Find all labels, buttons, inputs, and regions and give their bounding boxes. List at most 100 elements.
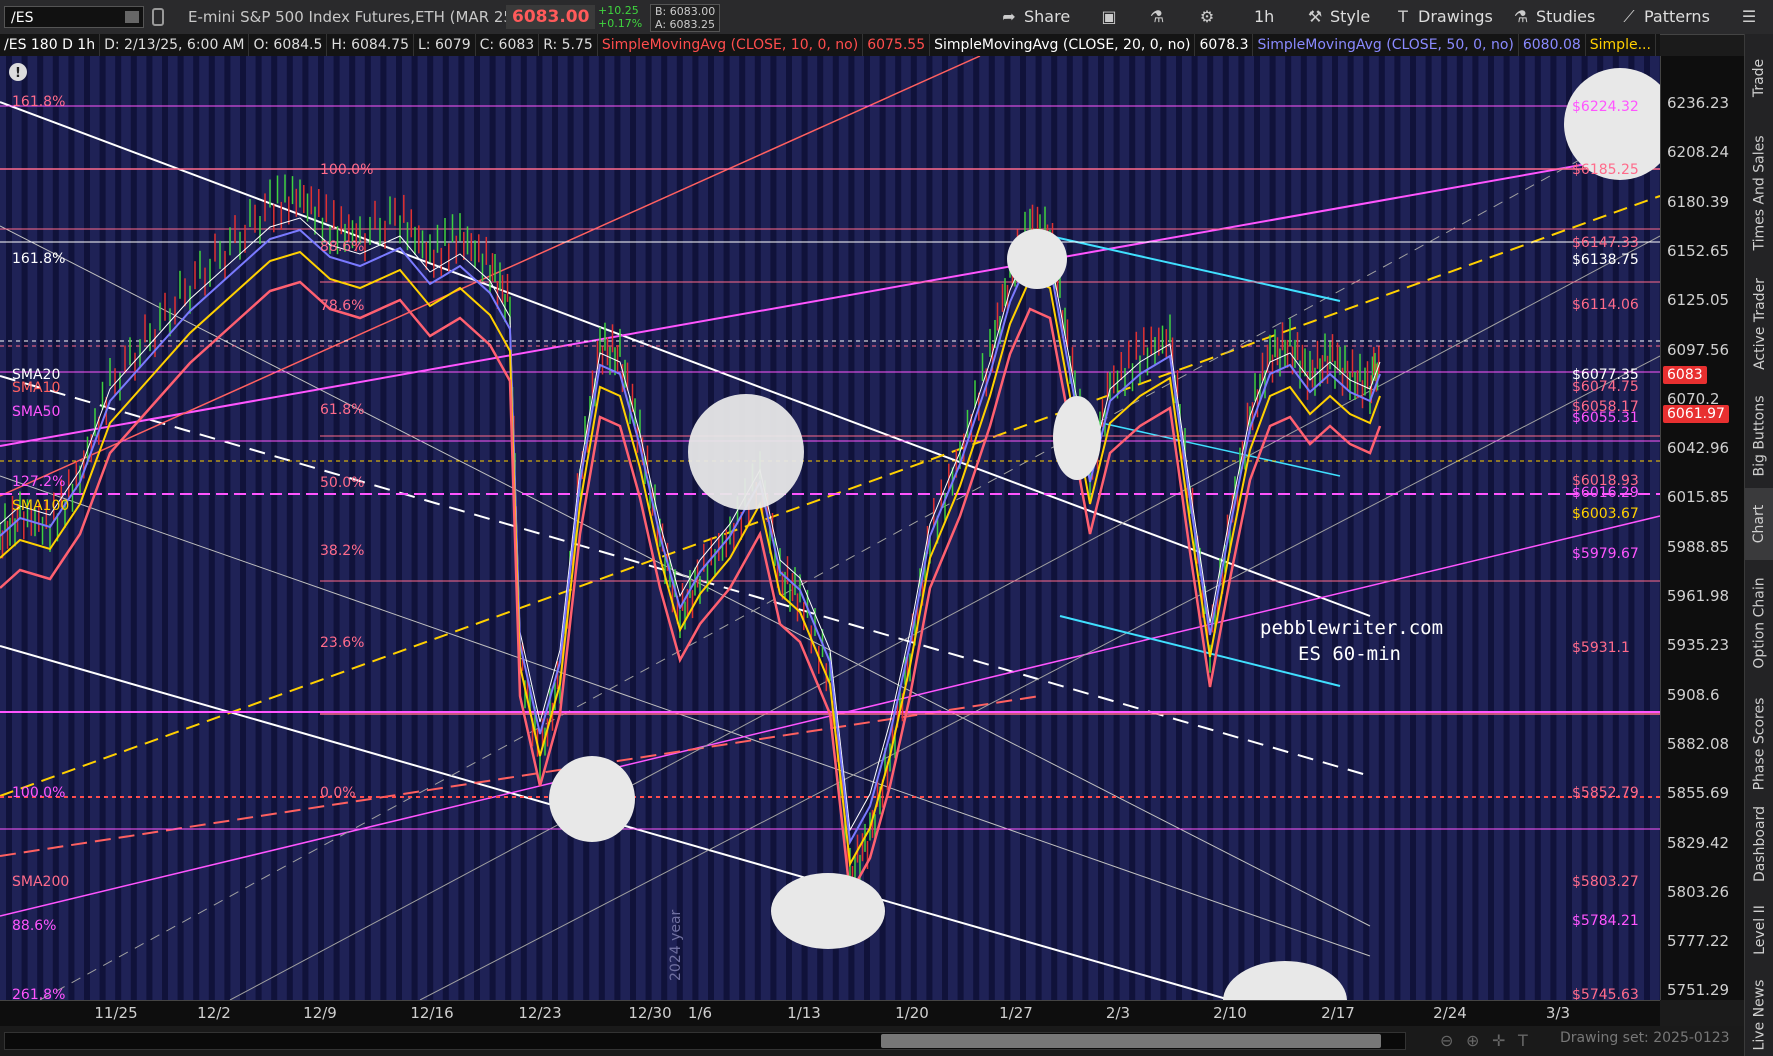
session-stripe: [458, 56, 465, 1000]
tab-big-buttons[interactable]: Big Buttons: [1745, 384, 1773, 488]
drawing-set-label[interactable]: Drawing set: 2025-0123: [1560, 1030, 1730, 1046]
price-tick: 5777.22: [1667, 932, 1730, 951]
session-stripe: [1176, 56, 1182, 1000]
patterns-icon: ⟋: [1623, 7, 1635, 26]
info-high: H: 6084.75: [327, 34, 414, 56]
menu-button[interactable]: ☰: [1740, 0, 1758, 34]
session-stripe: [1207, 56, 1214, 1000]
last-price: 6083.00: [506, 5, 596, 29]
snapshot-button[interactable]: ▣: [1100, 0, 1118, 34]
patterns-button[interactable]: ⟋ Patterns: [1620, 0, 1710, 34]
tab-active-trader[interactable]: Active Trader: [1745, 264, 1773, 384]
tab-phase-scores[interactable]: Phase Scores: [1745, 686, 1773, 802]
price-tick: 6236.23: [1667, 94, 1730, 112]
study-info-bar: /ES 180 D 1h D: 2/13/25, 6:00 AM O: 6084.5…: [0, 34, 1660, 56]
chart-scrollbar[interactable]: [4, 1032, 1406, 1050]
price-tick: 6180.39: [1667, 192, 1730, 211]
session-stripe: [1051, 56, 1058, 1000]
session-stripe: [630, 56, 636, 1000]
session-stripe: [1472, 56, 1479, 1000]
style-icon: ⚒: [1307, 7, 1323, 26]
price-axis[interactable]: 6236.23 6208.24 6180.39 6152.65 6125.05 6097.…: [1660, 56, 1745, 1000]
session-stripe: [1456, 56, 1463, 1000]
share-button[interactable]: ➦ Share: [1000, 0, 1070, 34]
session-stripe: [1441, 56, 1448, 1000]
ellipse-highlight: [1007, 229, 1067, 289]
style-button[interactable]: ⚒ Style: [1306, 0, 1370, 34]
date-tick: 12/16: [410, 1004, 454, 1022]
date-tick: 2/17: [1321, 1004, 1355, 1022]
session-stripe: [1082, 56, 1089, 1000]
session-stripe: [349, 56, 356, 1000]
session-stripe: [162, 56, 168, 1000]
flask-button[interactable]: ⚗: [1148, 0, 1166, 34]
info-sma10-label[interactable]: SimpleMovingAvg (CLOSE, 10, 0, no): [598, 34, 864, 56]
chart-canvas[interactable]: 161.8% 100.0% 88.6% 161.8% 78.6% 61.8% 5…: [0, 55, 1676, 1041]
level-label: $5931.1: [1572, 640, 1630, 656]
chevron-down-icon[interactable]: [125, 11, 139, 23]
session-stripe: [1020, 56, 1026, 1000]
scrollbar-thumb[interactable]: [881, 1034, 1381, 1048]
text-tool-icon[interactable]: T: [1518, 1031, 1528, 1050]
tab-times-and-sales[interactable]: Times And Sales: [1745, 122, 1773, 264]
session-stripe: [380, 56, 387, 1000]
price-tick: 6208.24: [1667, 143, 1730, 162]
ellipse-highlight: [688, 394, 804, 510]
tab-level-ii[interactable]: Level II: [1745, 886, 1773, 974]
fib-label: 127.2%: [12, 474, 65, 490]
tab-trade[interactable]: Trade: [1745, 34, 1773, 122]
date-tick: 1/13: [787, 1004, 821, 1022]
crosshair-icon[interactable]: ✛: [1492, 1031, 1505, 1050]
sma10-label: SMA10: [12, 380, 60, 396]
link-icon[interactable]: [152, 8, 164, 26]
top-toolbar: /ES E-mini S&P 500 Index Futures,ETH (MA…: [0, 0, 1773, 35]
bid-value: B: 6083.00: [655, 5, 716, 18]
date-tick: 2/3: [1105, 1004, 1131, 1022]
net-change: +10.25 +0.17%: [598, 4, 642, 30]
info-range: R: 5.75: [539, 34, 598, 56]
tab-option-chain[interactable]: Option Chain: [1745, 560, 1773, 686]
level-label: $6138.75: [1572, 252, 1639, 268]
share-label: Share: [1024, 7, 1071, 26]
session-stripe: [271, 56, 278, 1000]
session-stripe: [754, 56, 761, 1000]
session-stripe: [1410, 56, 1416, 1000]
price-tick: 5935.23: [1667, 636, 1730, 655]
session-stripe: [879, 56, 886, 1000]
symbol-selector[interactable]: /ES: [4, 6, 144, 28]
session-stripe: [988, 56, 995, 1000]
info-sma20-label[interactable]: SimpleMovingAvg (CLOSE, 20, 0, no): [930, 34, 1196, 56]
studies-button[interactable]: ⚗ Studies: [1512, 0, 1596, 34]
menu-icon: ☰: [1741, 7, 1757, 26]
sma200-label: SMA200: [12, 874, 69, 890]
session-stripe: [1581, 56, 1588, 1000]
studies-icon: ⚗: [1513, 7, 1529, 26]
flask-icon: ⚗: [1149, 7, 1165, 26]
price-chart[interactable]: 161.8% 100.0% 88.6% 161.8% 78.6% 61.8% 5…: [0, 55, 1676, 1041]
session-stripe: [1254, 56, 1260, 1000]
info-date: D: 2/13/25, 6:00 AM: [100, 34, 250, 56]
level-label: $6003.67: [1572, 506, 1639, 522]
timeframe-button[interactable]: 1h: [1254, 0, 1274, 34]
patterns-label: Patterns: [1644, 7, 1710, 26]
info-sma50-label[interactable]: SimpleMovingAvg (CLOSE, 50, 0, no): [1253, 34, 1519, 56]
session-stripe: [1144, 56, 1151, 1000]
drawings-label: Drawings: [1418, 7, 1493, 26]
gear-icon: ⚙: [1199, 7, 1215, 26]
zoom-out-icon[interactable]: ⊖: [1440, 1031, 1453, 1050]
date-axis[interactable]: 11/25 12/2 12/9 12/16 12/23 12/30 1/6 1/13 1/20 1…: [0, 1000, 1660, 1027]
info-close: C: 6083: [476, 34, 540, 56]
session-stripe: [801, 56, 808, 1000]
tab-live-news[interactable]: Live News: [1745, 974, 1773, 1056]
session-stripe: [1597, 56, 1604, 1000]
session-stripe: [910, 56, 917, 1000]
zoom-in-icon[interactable]: ⊕: [1466, 1031, 1479, 1050]
tab-dashboard[interactable]: Dashboard: [1745, 802, 1773, 886]
tab-chart[interactable]: Chart: [1745, 488, 1773, 560]
drawings-button[interactable]: T Drawings: [1394, 0, 1493, 34]
info-sma50-value: 6080.08: [1519, 34, 1586, 56]
session-stripe: [676, 56, 683, 1000]
info-more-label[interactable]: Simple...: [1586, 34, 1656, 56]
settings-button[interactable]: ⚙: [1198, 0, 1216, 34]
ellipse-highlight: [771, 873, 885, 949]
